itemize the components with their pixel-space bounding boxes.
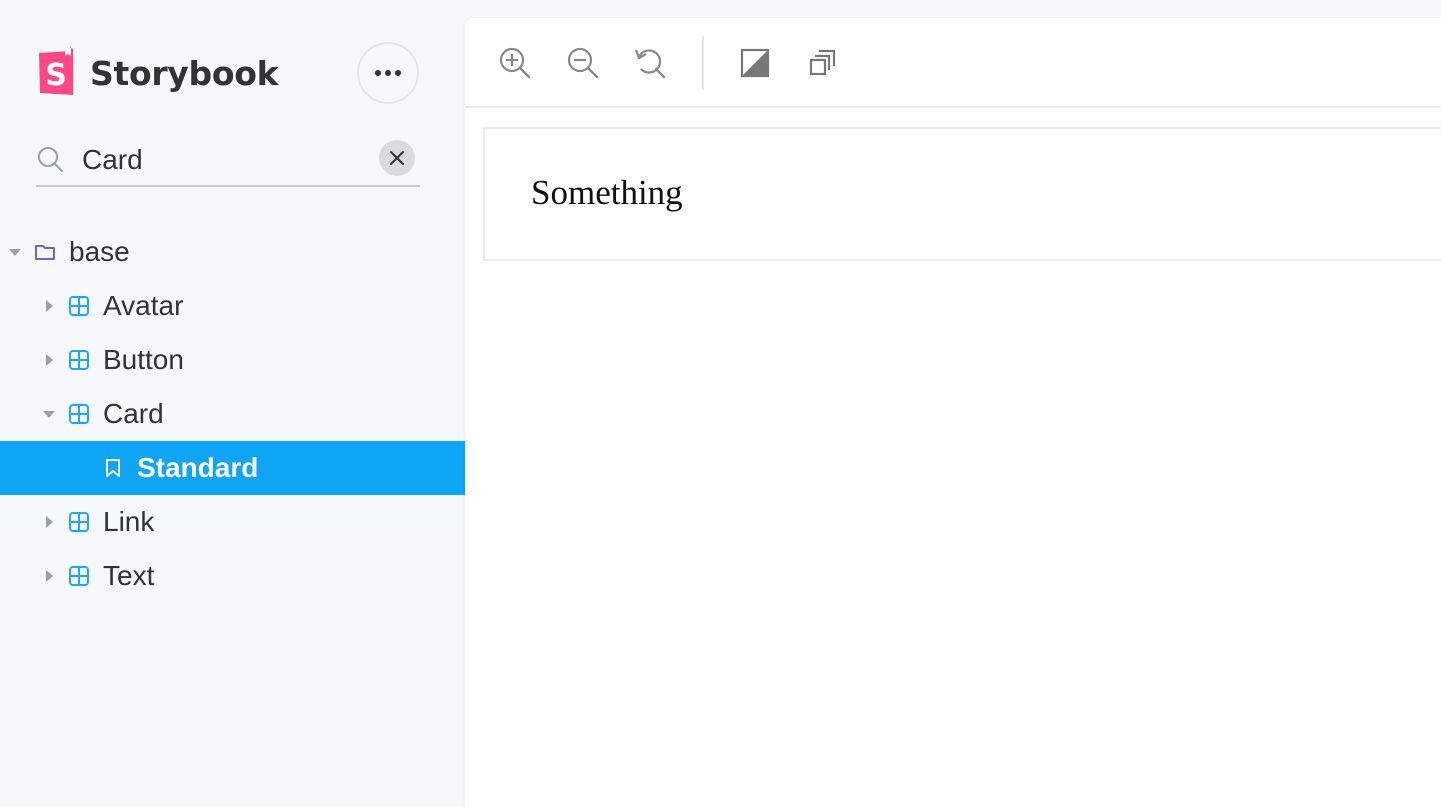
storybook-logo-icon: S <box>36 47 76 99</box>
preview-text: Something <box>531 173 683 212</box>
search-bar <box>36 136 420 187</box>
bookmark-icon <box>106 459 120 477</box>
tree-label: Avatar <box>103 290 184 321</box>
svg-text:S: S <box>45 58 67 93</box>
tree-label: Card <box>103 398 164 429</box>
ellipsis-dot <box>385 70 391 76</box>
tree-item-text[interactable]: Text <box>0 549 465 603</box>
brand[interactable]: S Storybook <box>36 46 279 100</box>
tree-label: base <box>69 236 130 267</box>
caret-right-icon <box>46 570 53 582</box>
brand-title: Storybook <box>90 53 279 93</box>
component-icon <box>69 512 89 532</box>
outline-icon[interactable] <box>805 46 839 80</box>
component-icon <box>69 404 89 424</box>
search-icon <box>38 147 63 172</box>
caret-down-icon <box>43 411 55 418</box>
caret-right-icon <box>46 300 53 312</box>
caret-right-icon <box>46 354 53 366</box>
close-icon <box>390 151 404 165</box>
component-icon <box>69 350 89 370</box>
tree-label: Standard <box>137 452 259 483</box>
reset-zoom-icon[interactable] <box>633 46 667 80</box>
preview-panel: Something <box>465 18 1441 807</box>
caret-right-icon <box>46 516 53 528</box>
tree-item-card[interactable]: Card <box>0 387 465 441</box>
ellipsis-icon <box>375 70 381 76</box>
zoom-in-icon[interactable] <box>498 46 532 80</box>
ellipsis-dot <box>395 70 401 76</box>
story-preview-card: Something <box>483 127 1441 261</box>
component-icon <box>69 296 89 316</box>
tree-story-standard[interactable]: Standard <box>0 441 465 495</box>
zoom-out-icon[interactable] <box>566 46 600 80</box>
tree-folder-base[interactable]: base <box>0 225 465 279</box>
caret-down-icon <box>9 249 21 256</box>
clear-search-button[interactable] <box>379 140 415 176</box>
component-icon <box>69 566 89 586</box>
preview-toolbar <box>465 18 1441 108</box>
folder-icon <box>35 245 55 260</box>
tree-label: Text <box>103 560 155 591</box>
sidebar: S Storybook bas <box>0 0 465 807</box>
background-icon[interactable] <box>738 46 772 80</box>
toolbar-divider <box>702 36 704 90</box>
story-tree: base Avatar Button Card Standard Link Te… <box>0 225 465 603</box>
tree-item-link[interactable]: Link <box>0 495 465 549</box>
tree-item-avatar[interactable]: Avatar <box>0 279 465 333</box>
tree-label: Link <box>103 506 155 537</box>
tree-item-button[interactable]: Button <box>0 333 465 387</box>
search-input[interactable] <box>82 142 382 178</box>
more-options-button[interactable] <box>357 42 419 104</box>
tree-label: Button <box>103 344 184 375</box>
